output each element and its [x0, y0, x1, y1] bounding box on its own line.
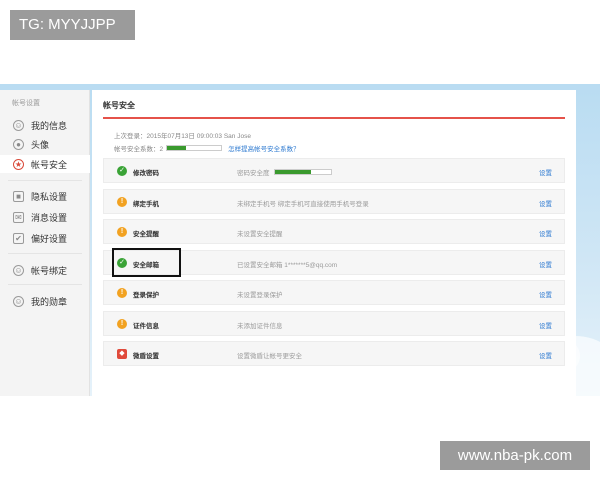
message-icon: ✉ [13, 211, 24, 223]
sidebar-item-account-binding[interactable]: ☺ 帐号绑定 [0, 261, 90, 279]
warning-icon: ! [117, 196, 127, 207]
avatar-icon: ● [13, 138, 24, 150]
sidebar-item-my-info[interactable]: ☺ 我的信息 [0, 116, 90, 134]
sidebar-item-label: 隐私设置 [31, 191, 68, 202]
set-button[interactable]: 设置 [539, 320, 552, 330]
watermark-bottom: www.nba-pk.com [440, 441, 590, 470]
security-score-row: 帐号安全系数：2 怎样提高帐号安全系数？ [114, 143, 300, 153]
security-item-name: 微盾设置 [133, 353, 159, 360]
security-item-name: 证件信息 [133, 322, 159, 330]
shield-icon: ◆ [117, 349, 127, 359]
password-strength-bar [273, 169, 332, 175]
preference-icon: ✔ [13, 232, 24, 244]
security-row-login-protection: ! 登录保护 未设置登录保护 设置 [103, 280, 565, 305]
title-underline [103, 117, 565, 119]
sidebar-item-label: 帐号安全 [31, 159, 68, 170]
set-button[interactable]: 设置 [539, 198, 552, 208]
sidebar-divider [8, 180, 82, 181]
medal-icon: ☺ [13, 295, 24, 307]
warning-icon: ! [117, 288, 127, 298]
security-row-bind-phone: ! 绑定手机 未绑定手机号 绑定手机可直接使用手机号登录 设置 [103, 188, 565, 214]
security-item-desc: 设置微盾让帐号更安全 [237, 353, 302, 360]
security-item-name: 安全邮箱 [133, 261, 159, 269]
security-score-bar [166, 145, 223, 151]
user-icon: ☺ [13, 119, 24, 131]
improve-security-link[interactable]: 怎样提高帐号安全系数？ [228, 143, 300, 153]
screenshot-area: 帐号设置 ☺ 我的信息 ● 头像 ★ 帐号安全 ■ 隐私设置 ✉ 消息设置 ✔ … [0, 84, 600, 396]
sidebar-item-preferences[interactable]: ✔ 偏好设置 [0, 229, 90, 247]
warning-icon: ! [117, 318, 127, 329]
sidebar-item-account-security[interactable]: ★ 帐号安全 [0, 155, 90, 173]
security-row-security-email: ✓ 安全邮箱 已设置安全邮箱 1*******5@qq.com 设置 [103, 247, 565, 277]
security-item-desc: 未添加证件信息 [237, 322, 283, 330]
bind-icon: ☺ [13, 264, 24, 276]
security-score-fill [167, 146, 187, 150]
sidebar-item-avatar[interactable]: ● 头像 [0, 135, 90, 153]
security-row-id-info: ! 证件信息 未添加证件信息 设置 [103, 310, 565, 336]
sidebar-item-medals[interactable]: ☺ 我的勋章 [0, 292, 90, 310]
sidebar-section-title: 帐号设置 [12, 100, 40, 107]
set-button[interactable]: 设置 [539, 228, 552, 238]
sidebar-divider [8, 284, 82, 285]
sidebar-item-label: 我的勋章 [31, 296, 68, 307]
security-item-desc: 未绑定手机号 绑定手机可直接使用手机号登录 [237, 200, 369, 208]
set-button[interactable]: 设置 [539, 259, 552, 269]
security-item-list: ✓ 修改密码 密码安全度 设置 ! 绑定手机 未绑定手机号 绑定手机可直接使用手… [103, 158, 565, 372]
sidebar-item-privacy[interactable]: ■ 隐私设置 [0, 187, 90, 205]
account-security-panel: 帐号安全 上次登录：2015年07月13日 09:00:03 San Jose … [92, 90, 576, 396]
security-score-label: 帐号安全系数：2 [114, 146, 164, 153]
sidebar-item-label: 帐号绑定 [31, 265, 68, 276]
security-row-security-alert: ! 安全提醒 未设置安全提醒 设置 [103, 219, 565, 244]
set-button[interactable]: 设置 [539, 289, 552, 299]
security-item-desc: 密码安全度 [237, 167, 332, 177]
security-item-desc: 已设置安全邮箱 1*******5@qq.com [237, 261, 338, 269]
security-item-name: 绑定手机 [133, 200, 159, 208]
last-login-info: 上次登录：2015年07月13日 09:00:03 San Jose [114, 133, 251, 140]
lock-icon: ■ [13, 190, 24, 202]
password-strength-fill [274, 170, 311, 174]
sidebar-item-label: 头像 [31, 139, 50, 150]
page: TG: MYYJJPP 帐号设置 ☺ 我的信息 ● 头像 ★ 帐号安全 ■ 隐私… [0, 0, 600, 480]
check-icon: ✓ [117, 166, 127, 176]
set-button[interactable]: 设置 [539, 167, 552, 177]
sidebar-item-label: 消息设置 [31, 212, 68, 223]
security-item-name: 安全提醒 [133, 231, 159, 238]
shield-icon: ★ [13, 158, 24, 170]
page-title: 帐号安全 [103, 101, 135, 110]
sidebar-item-label: 偏好设置 [31, 233, 68, 244]
watermark-top: TG: MYYJJPP [10, 10, 135, 40]
security-item-desc: 未设置安全提醒 [237, 231, 283, 238]
sidebar-item-messages[interactable]: ✉ 消息设置 [0, 208, 90, 226]
sidebar-divider [8, 253, 82, 254]
security-item-name: 修改密码 [133, 170, 159, 177]
sidebar-item-label: 我的信息 [31, 120, 68, 131]
security-item-name: 登录保护 [133, 292, 159, 299]
security-item-desc: 未设置登录保护 [237, 292, 283, 299]
security-row-change-password: ✓ 修改密码 密码安全度 设置 [103, 158, 565, 183]
security-item-desc-text: 密码安全度 [237, 170, 270, 177]
set-button[interactable]: 设置 [539, 350, 552, 360]
check-icon: ✓ [117, 257, 127, 268]
warning-icon: ! [117, 227, 127, 237]
security-row-shield-settings: ◆ 微盾设置 设置微盾让帐号更安全 设置 [103, 341, 565, 366]
settings-sidebar: 帐号设置 ☺ 我的信息 ● 头像 ★ 帐号安全 ■ 隐私设置 ✉ 消息设置 ✔ … [0, 90, 90, 396]
